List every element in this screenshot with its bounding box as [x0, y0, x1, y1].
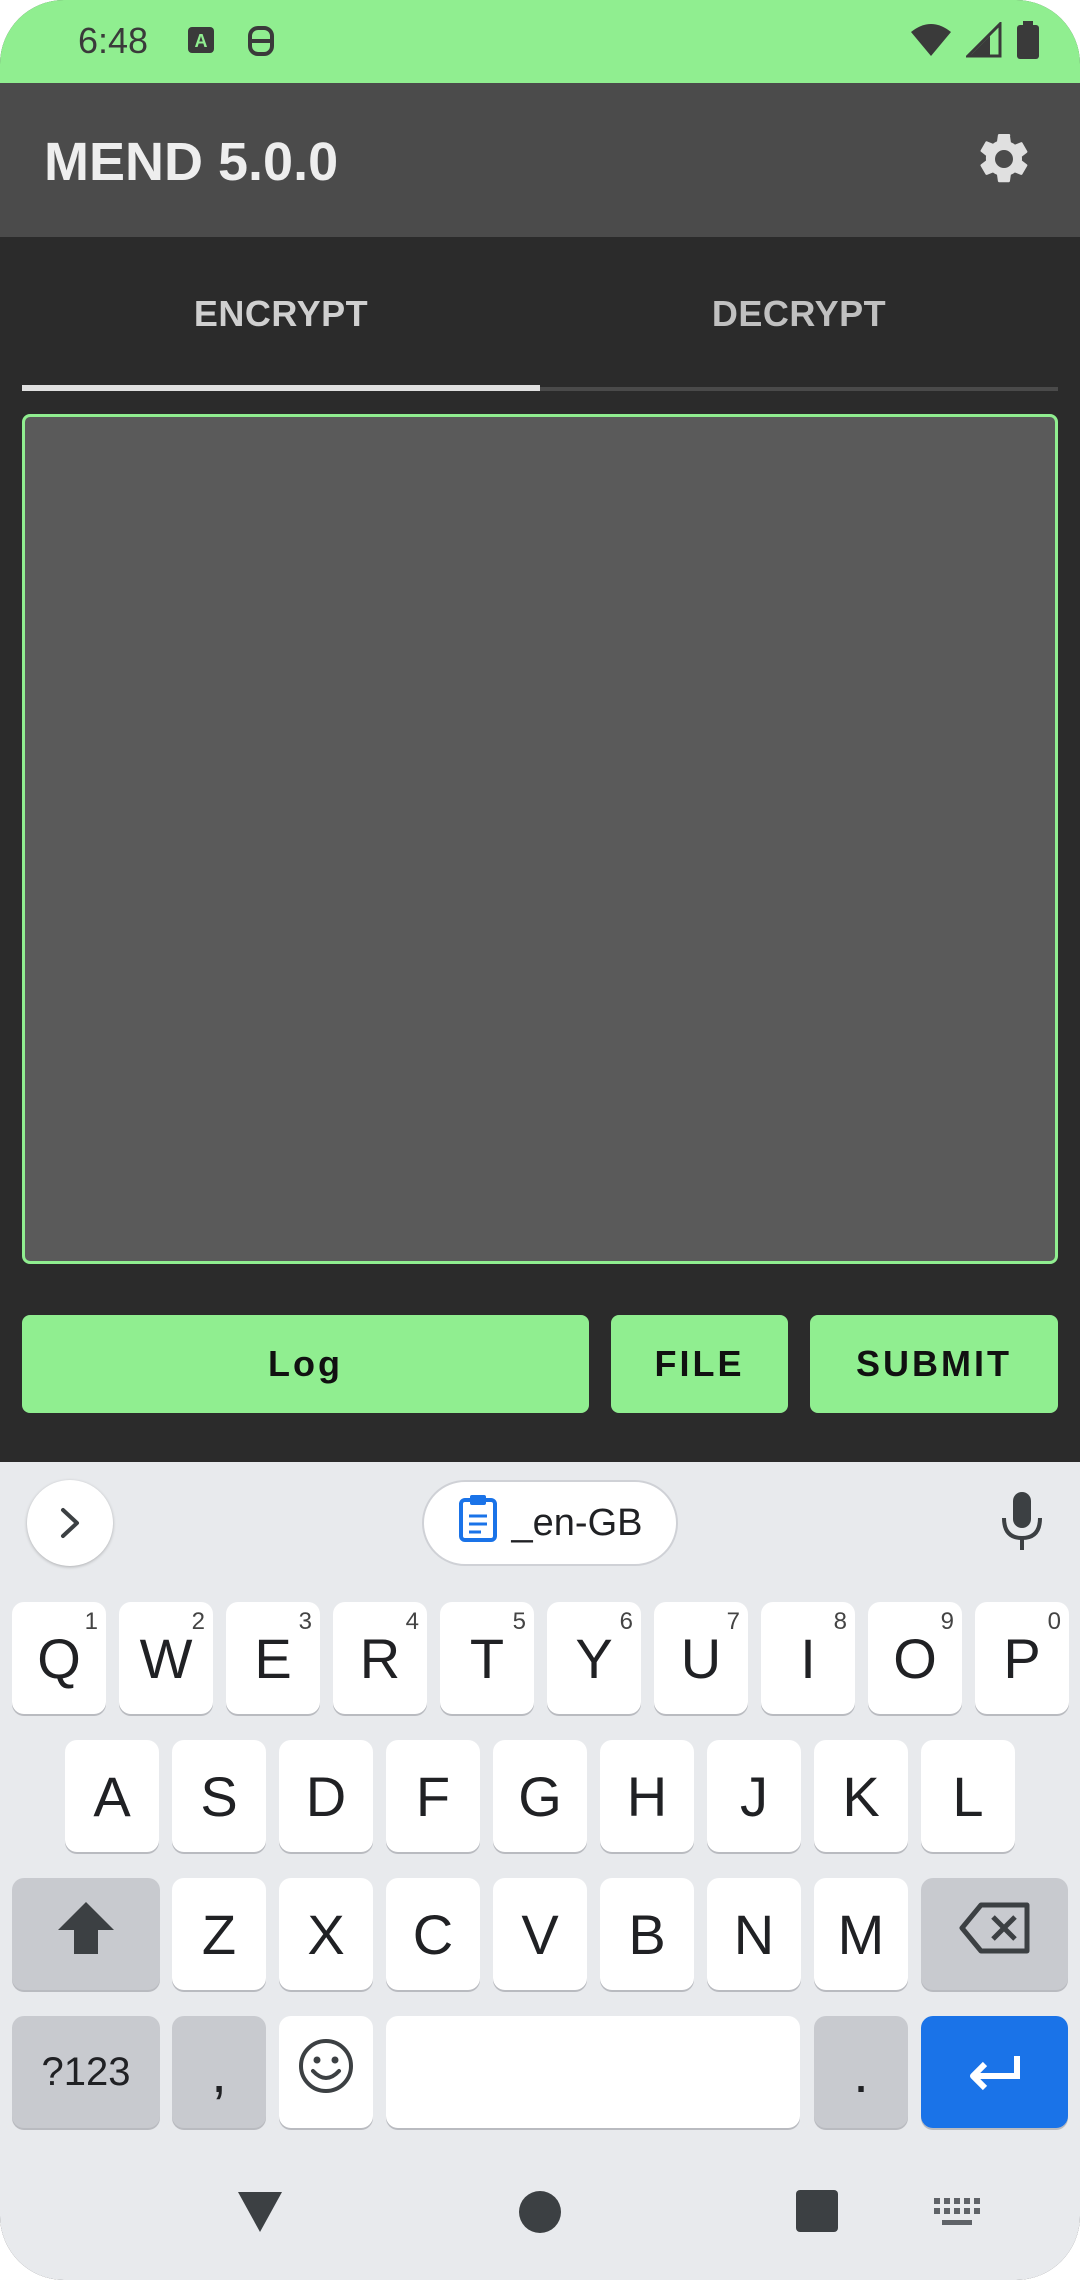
key-m[interactable]: M	[814, 1878, 908, 1990]
key-hint: 2	[191, 1608, 205, 1635]
log-button[interactable]: Log	[22, 1315, 589, 1413]
key-z[interactable]: Z	[172, 1878, 266, 1990]
submit-button[interactable]: SUBMIT	[810, 1315, 1058, 1413]
key-d[interactable]: D	[279, 1740, 373, 1852]
face-icon	[246, 24, 276, 56]
key-h[interactable]: H	[600, 1740, 694, 1852]
key-hint: 3	[298, 1608, 312, 1635]
key-p[interactable]: P0	[975, 1602, 1069, 1714]
wifi-icon	[910, 22, 952, 63]
key-w[interactable]: W2	[119, 1602, 213, 1714]
svg-text:A: A	[195, 31, 208, 51]
key-label: P	[1003, 1626, 1041, 1690]
file-button[interactable]: FILE	[611, 1315, 788, 1413]
home-icon[interactable]	[518, 2190, 562, 2239]
back-icon[interactable]	[236, 2190, 284, 2239]
clipboard-label: _en-GB	[511, 1501, 643, 1544]
key-hint: 4	[405, 1608, 419, 1635]
shift-key[interactable]	[12, 1878, 160, 1990]
key-hint: 0	[1047, 1608, 1061, 1635]
key-label: I	[800, 1626, 816, 1690]
battery-icon	[1016, 20, 1040, 64]
key-c[interactable]: C	[386, 1878, 480, 1990]
key-j[interactable]: J	[707, 1740, 801, 1852]
key-x[interactable]: X	[279, 1878, 373, 1990]
gear-icon[interactable]	[974, 129, 1034, 189]
key-hint: 6	[619, 1608, 633, 1635]
key-s[interactable]: S	[172, 1740, 266, 1852]
keyboard-switch-icon[interactable]	[934, 2198, 980, 2233]
key-label: Y	[575, 1626, 613, 1690]
microphone-icon[interactable]	[998, 1490, 1046, 1554]
tab-indicator	[22, 385, 540, 391]
tab-encrypt[interactable]: ENCRYPT	[22, 237, 540, 391]
key-hint: 7	[726, 1608, 740, 1635]
tab-bar: ENCRYPT DECRYPT	[0, 237, 1080, 391]
navigation-bar	[0, 2150, 1080, 2280]
shift-icon	[56, 1900, 116, 1969]
clipboard-suggestion[interactable]: _en-GB	[422, 1480, 678, 1566]
status-time: 6:48	[78, 20, 149, 61]
soft-keyboard: _en-GB Q1 W2 E3 R4 T5 Y6 U7 I8 O9 P0 A S…	[0, 1462, 1080, 2280]
signal-icon	[964, 19, 1002, 63]
status-right-icons	[910, 19, 1040, 64]
status-bar: 6:48 A	[0, 0, 1080, 83]
key-label: O	[893, 1626, 937, 1690]
tab-decrypt[interactable]: DECRYPT	[540, 237, 1058, 391]
phone-screen: 6:48 A MEND 5.0.0 ENCRYPT DECRYPT Log FI…	[0, 0, 1080, 2280]
key-l[interactable]: L	[921, 1740, 1015, 1852]
key-hint: 9	[940, 1608, 954, 1635]
key-e[interactable]: E3	[226, 1602, 320, 1714]
emoji-key[interactable]	[279, 2016, 373, 2128]
keyboard-toolbar: _en-GB	[0, 1462, 1080, 1586]
key-k[interactable]: K	[814, 1740, 908, 1852]
key-f[interactable]: F	[386, 1740, 480, 1852]
emoji-icon	[297, 2037, 355, 2108]
key-t[interactable]: T5	[440, 1602, 534, 1714]
key-label: W	[139, 1626, 193, 1690]
clipboard-icon	[458, 1494, 498, 1552]
backspace-key[interactable]	[921, 1878, 1068, 1990]
key-label: R	[359, 1626, 401, 1690]
key-n[interactable]: N	[707, 1878, 801, 1990]
key-g[interactable]: G	[493, 1740, 587, 1852]
key-hint: 5	[512, 1608, 526, 1635]
key-label: T	[469, 1626, 505, 1690]
app-title: MEND 5.0.0	[44, 132, 339, 192]
key-q[interactable]: Q1	[12, 1602, 106, 1714]
key-r[interactable]: R4	[333, 1602, 427, 1714]
key-label: U	[680, 1626, 722, 1690]
message-input[interactable]	[22, 414, 1058, 1264]
key-a[interactable]: A	[65, 1740, 159, 1852]
period-key[interactable]: .	[814, 2016, 908, 2128]
enter-icon	[965, 2040, 1025, 2105]
comma-key[interactable]: ,	[172, 2016, 266, 2128]
a-keyboard-icon: A	[186, 24, 216, 56]
enter-key[interactable]	[921, 2016, 1068, 2128]
key-y[interactable]: Y6	[547, 1602, 641, 1714]
key-o[interactable]: O9	[868, 1602, 962, 1714]
key-v[interactable]: V	[493, 1878, 587, 1990]
symbols-key[interactable]: ?123	[12, 2016, 160, 2128]
key-hint: 1	[84, 1608, 98, 1635]
key-b[interactable]: B	[600, 1878, 694, 1990]
key-hint: 8	[833, 1608, 847, 1635]
key-u[interactable]: U7	[654, 1602, 748, 1714]
recents-icon[interactable]	[796, 2190, 838, 2237]
key-i[interactable]: I8	[761, 1602, 855, 1714]
key-label: Q	[37, 1626, 81, 1690]
backspace-icon	[959, 1902, 1031, 1967]
key-label: E	[254, 1626, 292, 1690]
space-key[interactable]	[386, 2016, 800, 2128]
app-bar: MEND 5.0.0	[0, 83, 1080, 237]
chevron-right-icon[interactable]	[27, 1480, 113, 1566]
